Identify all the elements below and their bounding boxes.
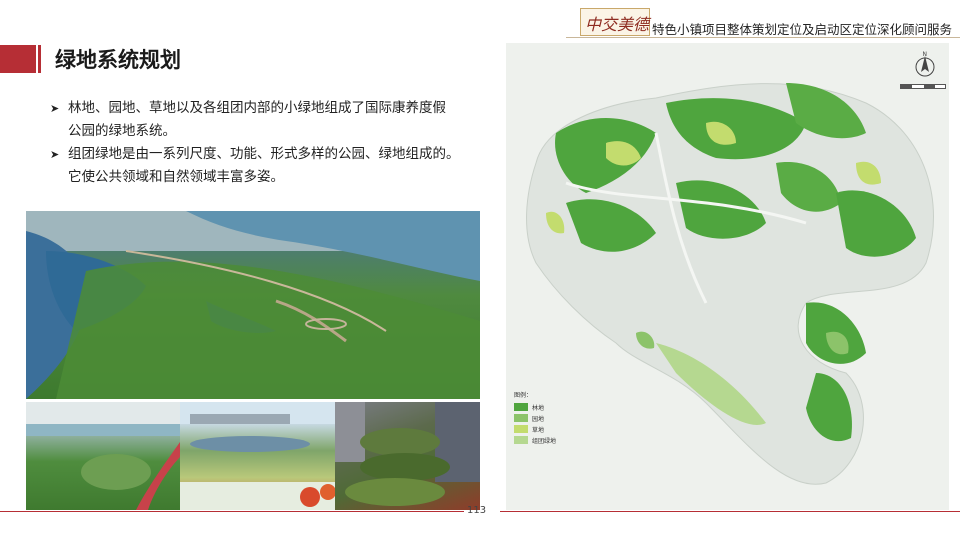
brand-logo: 中交美德 [580, 8, 650, 36]
brand-logo-text: 中交美德 [585, 15, 650, 34]
bullet-line: 它使公共领域和自然领域丰富多姿。 [68, 169, 284, 185]
page-title: 绿地系统规划 [55, 48, 181, 72]
map-legend: 图例： 林地 园地 草地 组团绿地 [514, 390, 584, 446]
legend-item: 组团绿地 [514, 435, 584, 445]
lakeside-flower-photo [180, 402, 335, 510]
scale-bar [900, 84, 946, 89]
brand-title: 特色小镇项目整体策划定位及启动区定位深化顾问服务 [652, 22, 953, 37]
title-accent-stripe [38, 45, 41, 73]
legend-item: 草地 [514, 424, 584, 434]
bullet-arrow-icon: ➤ [50, 148, 60, 161]
title-accent-bar [0, 45, 36, 73]
legend-label: 草地 [532, 426, 545, 434]
north-arrow-icon: N [910, 50, 940, 80]
legend-label: 园地 [532, 415, 545, 423]
legend-swatch [514, 414, 528, 422]
bullet-line: 林地、园地、草地以及各组团内部的小绿地组成了国际康养度假 [68, 100, 446, 116]
legend-swatch [514, 436, 528, 444]
legend-label: 林地 [532, 404, 545, 412]
legend-title: 图例： [514, 392, 533, 399]
legend-item: 园地 [514, 413, 584, 423]
compass-label: N [923, 51, 928, 58]
park-path-photo [26, 402, 180, 510]
bullet-item: ➤ 组团绿地是由一系列尺度、功能、形式多样的公园、绿地组成的。 它使公共领域和自… [50, 143, 490, 189]
footer-rule [0, 511, 464, 512]
legend-swatch [514, 425, 528, 433]
bullet-list: ➤ 林地、园地、草地以及各组团内部的小绿地组成了国际康养度假 公园的绿地系统。 … [50, 97, 490, 189]
bullet-line: 公园的绿地系统。 [68, 123, 176, 139]
legend-label: 组团绿地 [532, 437, 557, 445]
bullet-item: ➤ 林地、园地、草地以及各组团内部的小绿地组成了国际康养度假 公园的绿地系统。 [50, 97, 490, 143]
legend-swatch [514, 403, 528, 411]
bullet-line: 组团绿地是由一系列尺度、功能、形式多样的公园、绿地组成的。 [68, 146, 460, 162]
terraced-garden-photo [335, 402, 480, 510]
page-number: 113 [467, 505, 487, 516]
footer-rule [500, 511, 960, 512]
aerial-wetland-photo [26, 211, 480, 399]
legend-item: 林地 [514, 402, 584, 412]
bullet-arrow-icon: ➤ [50, 102, 60, 115]
